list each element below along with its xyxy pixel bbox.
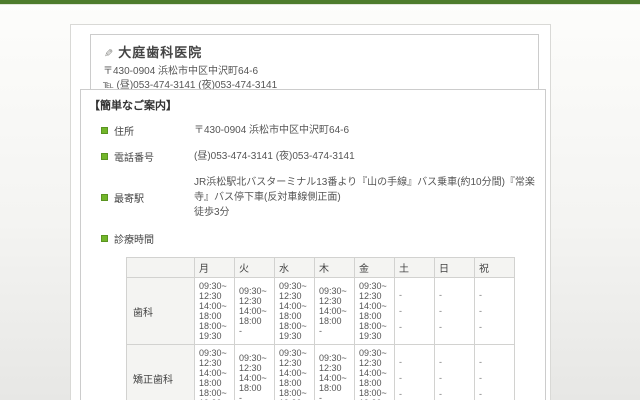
info-value: (昼)053-474-3141 (夜)053-474-3141 [194, 149, 355, 164]
info-row: 住所〒430-0904 浜松市中区中沢町64-6 [101, 123, 537, 138]
schedule-hours-cell: 09:30~12:3014:00~18:00- [235, 345, 275, 400]
green-square-bullet-icon [101, 153, 108, 160]
schedule-hours-cell: 09:30~12:3014:00~18:0018:00~19:30 [355, 345, 395, 400]
schedule-day-header: 火 [235, 258, 275, 278]
schedule-hours-cell: 09:30~12:3014:00~18:00- [235, 278, 275, 345]
schedule-closed-cell: --- [435, 345, 475, 400]
info-label: 電話番号 [114, 149, 194, 164]
top-bar [0, 0, 640, 5]
clinic-title: ✎ 大庭歯科医院 [103, 42, 526, 61]
schedule-wrap: 月火水木金土日祝歯科09:30~12:3014:00~18:0018:00~19… [126, 257, 537, 400]
schedule-hours-cell: 09:30~12:3014:00~18:00- [315, 278, 355, 345]
info-row: 最寄駅JR浜松駅北バスターミナル13番より『山の手線』バス乗車(約10分間)『常… [101, 175, 537, 220]
info-label: 住所 [114, 123, 194, 138]
guide-section: 【簡単なご案内】 住所〒430-0904 浜松市中区中沢町64-6電話番号(昼)… [80, 89, 546, 400]
pencil-clip-icon: ✎ [103, 47, 113, 60]
info-value: JR浜松駅北バスターミナル13番より『山の手線』バス乗車(約10分間)『常楽寺』… [194, 175, 537, 220]
schedule-day-header: 日 [435, 258, 475, 278]
schedule-row: 歯科09:30~12:3014:00~18:0018:00~19:3009:30… [127, 278, 515, 345]
schedule-table: 月火水木金土日祝歯科09:30~12:3014:00~18:0018:00~19… [126, 257, 515, 400]
green-square-bullet-icon [101, 194, 108, 201]
clinic-title-text: 大庭歯科医院 [118, 45, 202, 60]
schedule-row-label: 歯科 [127, 278, 195, 345]
schedule-hours-cell: 09:30~12:3014:00~18:0018:00~19:30 [355, 278, 395, 345]
schedule-closed-cell: --- [435, 278, 475, 345]
schedule-closed-cell: --- [395, 278, 435, 345]
schedule-hours-cell: 09:30~12:3014:00~18:0018:00~19:30 [195, 345, 235, 400]
schedule-row: 矯正歯科09:30~12:3014:00~18:0018:00~19:3009:… [127, 345, 515, 400]
green-square-bullet-icon [101, 235, 108, 242]
schedule-closed-cell: --- [475, 345, 515, 400]
schedule-closed-cell: --- [475, 278, 515, 345]
schedule-row-label: 矯正歯科 [127, 345, 195, 400]
guide-section-title: 【簡単なご案内】 [89, 97, 537, 113]
info-row: 電話番号(昼)053-474-3141 (夜)053-474-3141 [101, 149, 537, 164]
content-card: ✎大庭歯科医院 〒430-0904 浜松市中区中沢町64-6 ℡ (昼)053-… [70, 24, 551, 400]
schedule-empty-header [127, 258, 195, 278]
info-value: 〒430-0904 浜松市中区中沢町64-6 [194, 123, 349, 138]
schedule-hours-cell: 09:30~12:3014:00~18:0018:00~19:30 [275, 278, 315, 345]
schedule-header-row: 月火水木金土日祝 [127, 258, 515, 278]
page: { "theme": { "topbar_green": "#4e7c2c", … [0, 0, 640, 400]
clinic-postal-address: 〒430-0904 浜松市中区中沢町64-6 [103, 65, 526, 79]
schedule-day-header: 金 [355, 258, 395, 278]
schedule-closed-cell: --- [395, 345, 435, 400]
info-label: 最寄駅 [114, 190, 194, 205]
schedule-day-header: 木 [315, 258, 355, 278]
schedule-hours-cell: 09:30~12:3014:00~18:0018:00~19:30 [195, 278, 235, 345]
schedule-hours-cell: 09:30~12:3014:00~18:00- [315, 345, 355, 400]
green-square-bullet-icon [101, 127, 108, 134]
schedule-day-header: 月 [195, 258, 235, 278]
schedule-day-header: 土 [395, 258, 435, 278]
info-row: 診療時間 [101, 231, 537, 246]
schedule-hours-cell: 09:30~12:3014:00~18:0018:00~19:30 [275, 345, 315, 400]
info-label: 診療時間 [114, 231, 194, 246]
guide-rows: 住所〒430-0904 浜松市中区中沢町64-6電話番号(昼)053-474-3… [89, 123, 537, 246]
schedule-day-header: 祝 [475, 258, 515, 278]
schedule-day-header: 水 [275, 258, 315, 278]
